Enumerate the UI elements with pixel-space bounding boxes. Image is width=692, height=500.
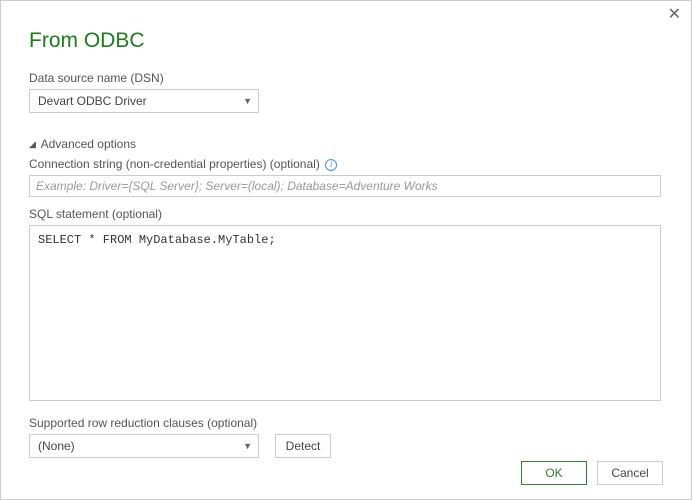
- expanded-triangle-icon: ◢: [29, 139, 36, 150]
- chevron-down-icon: ▼: [243, 435, 252, 457]
- cancel-button[interactable]: Cancel: [597, 461, 663, 485]
- detect-button[interactable]: Detect: [275, 434, 331, 458]
- info-icon[interactable]: i: [325, 159, 337, 171]
- advanced-options-label: Advanced options: [41, 137, 136, 151]
- page-title: From ODBC: [29, 29, 663, 53]
- advanced-options-toggle[interactable]: ◢ Advanced options: [29, 137, 663, 151]
- row-reduction-select[interactable]: (None) ▼: [29, 434, 259, 458]
- row-reduction-label: Supported row reduction clauses (optiona…: [29, 416, 663, 430]
- sql-statement-input[interactable]: [29, 225, 661, 401]
- dialog-content: From ODBC Data source name (DSN) Devart …: [1, 1, 691, 472]
- chevron-down-icon: ▼: [243, 90, 252, 112]
- dsn-label: Data source name (DSN): [29, 71, 663, 85]
- dialog-footer: OK Cancel: [521, 461, 663, 485]
- dsn-select[interactable]: Devart ODBC Driver ▼: [29, 89, 259, 113]
- ok-button[interactable]: OK: [521, 461, 587, 485]
- dsn-selected-value: Devart ODBC Driver: [38, 94, 147, 108]
- connection-string-input[interactable]: [29, 175, 661, 197]
- close-icon[interactable]: ✕: [668, 7, 681, 23]
- sql-statement-label: SQL statement (optional): [29, 207, 663, 221]
- row-reduction-selected-value: (None): [38, 439, 75, 453]
- connection-string-label: Connection string (non-credential proper…: [29, 157, 663, 171]
